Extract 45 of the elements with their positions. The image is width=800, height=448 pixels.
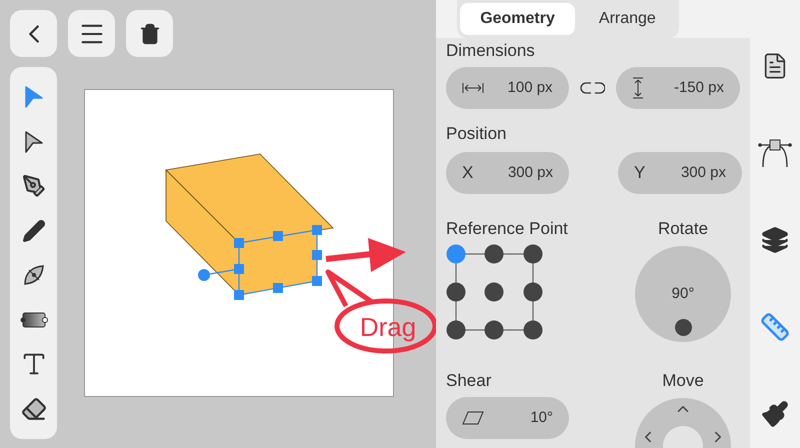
value-field[interactable]: X 300 px: [446, 152, 569, 194]
y-value: 300 px: [680, 162, 726, 183]
menu-button[interactable]: [68, 10, 115, 57]
ruler-icon[interactable]: [760, 312, 790, 342]
reference-point[interactable]: [484, 282, 504, 302]
reference-point[interactable]: [524, 320, 542, 340]
width-value: 100 px: [508, 78, 553, 98]
section-title: Shear: [446, 370, 492, 392]
reference-point[interactable]: [446, 320, 466, 340]
value-field[interactable]: 10°: [446, 397, 569, 439]
rotate-value: 90°: [672, 284, 694, 304]
drag-label: Drag: [360, 312, 416, 342]
value-field[interactable]: -150 px: [616, 67, 740, 109]
tab[interactable]: Arrange: [578, 3, 676, 35]
value-field[interactable]: 100 px: [446, 67, 569, 109]
x-value: 300 px: [508, 162, 553, 183]
height-value: -150 px: [674, 78, 724, 98]
x-label: X: [462, 162, 474, 184]
reference-point[interactable]: [484, 244, 504, 264]
back-button[interactable]: [10, 10, 57, 57]
parallelogram-icon: [462, 411, 484, 425]
link-icon[interactable]: [580, 82, 606, 94]
reference-point[interactable]: [524, 244, 542, 264]
section-title: Position: [446, 123, 508, 145]
paintbrush-icon[interactable]: [761, 400, 789, 428]
rotate-dial[interactable]: 90°: [635, 246, 731, 342]
reference-point[interactable]: [446, 282, 466, 302]
height-icon: [632, 77, 644, 99]
trash-button[interactable]: [126, 10, 173, 57]
section-title: Rotate: [658, 218, 708, 240]
section-title: Move: [662, 370, 704, 392]
tab[interactable]: Geometry: [460, 3, 575, 35]
selection-box[interactable]: [198, 225, 322, 300]
width-icon: [462, 82, 484, 94]
value-field[interactable]: Y 300 px: [618, 152, 742, 194]
bezier-node-icon[interactable]: [758, 138, 792, 168]
shear-value: 10°: [530, 408, 553, 428]
layers-icon[interactable]: [761, 226, 789, 254]
y-label: Y: [634, 162, 646, 184]
reference-point[interactable]: [524, 282, 542, 302]
dial-knob[interactable]: [674, 319, 692, 336]
section-title: Dimensions: [446, 40, 536, 62]
reference-point[interactable]: [484, 320, 504, 340]
trash-icon: [138, 22, 160, 44]
section-title: Reference Point: [446, 218, 569, 240]
